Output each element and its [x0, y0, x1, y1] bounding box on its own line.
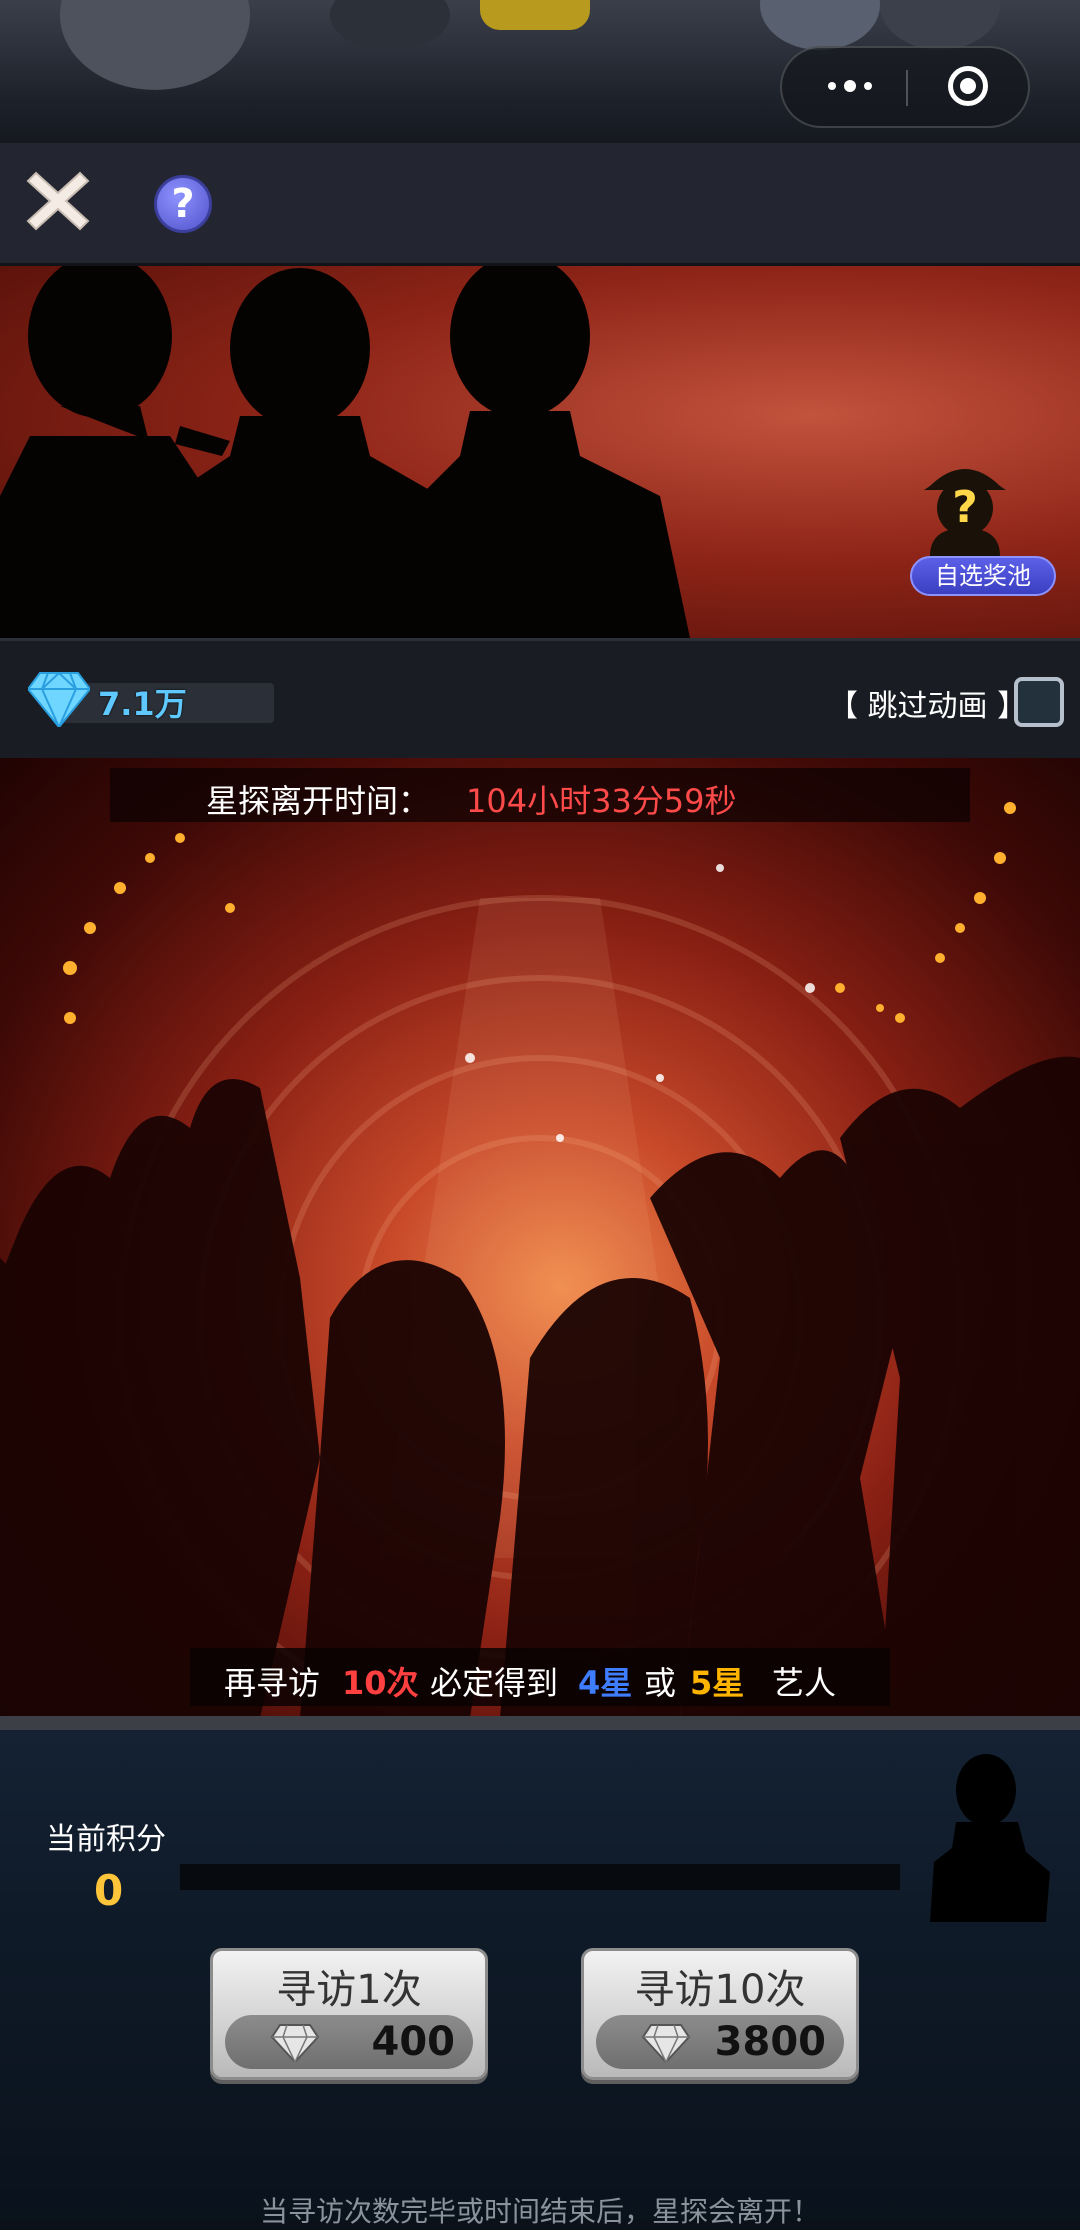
draw-once-cost-value: 400 — [371, 2019, 456, 2065]
footer-note: 当寻访次数完毕或时间结束后，星探会离开！ — [259, 2195, 820, 2228]
draw-ten-cost-value: 3800 — [714, 2019, 826, 2065]
reward-artist-silhouette — [930, 1754, 1050, 1922]
scout-timer-bar: 星探离开时间： 104小时33分59秒 — [110, 768, 970, 822]
skip-animation-checkbox[interactable] — [1014, 677, 1064, 727]
score-progress-bar — [180, 1864, 900, 1890]
draw-once-cost: 400 — [225, 2015, 473, 2069]
draw-stage: 星探离开时间： 104小时33分59秒 再寻访 10次 必定得到 4星 或 5星… — [0, 758, 1080, 1720]
score-label: 当前积分 — [46, 1822, 166, 1857]
draw-ten-cost: 3800 — [596, 2015, 844, 2069]
close-icon[interactable] — [26, 169, 90, 233]
guarantee-count: 10次 — [342, 1664, 419, 1702]
diamond-icon — [642, 2024, 690, 2063]
mystery-figure-icon: ? — [924, 469, 1006, 556]
score-value: 0 — [94, 1866, 124, 1915]
stage-divider — [0, 1716, 1080, 1730]
timer-label: 星探离开时间： — [206, 782, 431, 820]
stage-artwork — [0, 802, 1080, 1720]
guarantee-prefix: 再寻访 — [224, 1664, 321, 1702]
guarantee-star5: 5星 — [690, 1664, 745, 1702]
custom-pool-button[interactable]: ? 自选奖池 — [910, 446, 1060, 596]
toolbar: ? — [0, 143, 1080, 266]
guarantee-star4: 4星 — [578, 1664, 633, 1702]
timer-value: 104小时33分59秒 — [466, 782, 737, 820]
draw-once-button[interactable]: 寻访1次 400 — [210, 1948, 488, 2080]
draw-ten-label: 寻访10次 — [634, 1967, 806, 2013]
bottom-panel: 当前积分 0 寻访1次 400 寻访10次 3800 当寻访次数完毕或时间结束后… — [0, 1730, 1080, 2228]
draw-once-label: 寻访1次 — [276, 1967, 422, 2013]
guarantee-or: 或 — [644, 1664, 677, 1702]
guarantee-suffix: 艺人 — [772, 1664, 837, 1702]
diamond-icon — [271, 2024, 319, 2063]
mini-program-capsule — [780, 46, 1030, 128]
gem-count: 7.1万 — [98, 685, 187, 723]
guarantee-middle: 必定得到 — [430, 1664, 559, 1702]
featured-artists-banner: ? 自选奖池 — [0, 266, 1080, 638]
custom-pool-label: 自选奖池 — [910, 556, 1056, 596]
more-options-icon[interactable] — [818, 66, 888, 106]
help-icon[interactable]: ? — [154, 175, 212, 233]
resource-bar: 7.1万 【 跳过动画 】 — [0, 638, 1080, 758]
svg-text:?: ? — [952, 482, 978, 533]
capsule-divider — [906, 70, 908, 106]
diamond-icon — [28, 671, 90, 727]
draw-ten-button[interactable]: 寻访10次 3800 — [581, 1948, 859, 2080]
skip-animation-label[interactable]: 【 跳过动画 】 — [828, 681, 1027, 725]
guarantee-banner: 再寻访 10次 必定得到 4星 或 5星 艺人 — [190, 1648, 890, 1706]
top-banner — [0, 0, 1080, 143]
exit-mini-program-icon[interactable] — [948, 66, 988, 106]
